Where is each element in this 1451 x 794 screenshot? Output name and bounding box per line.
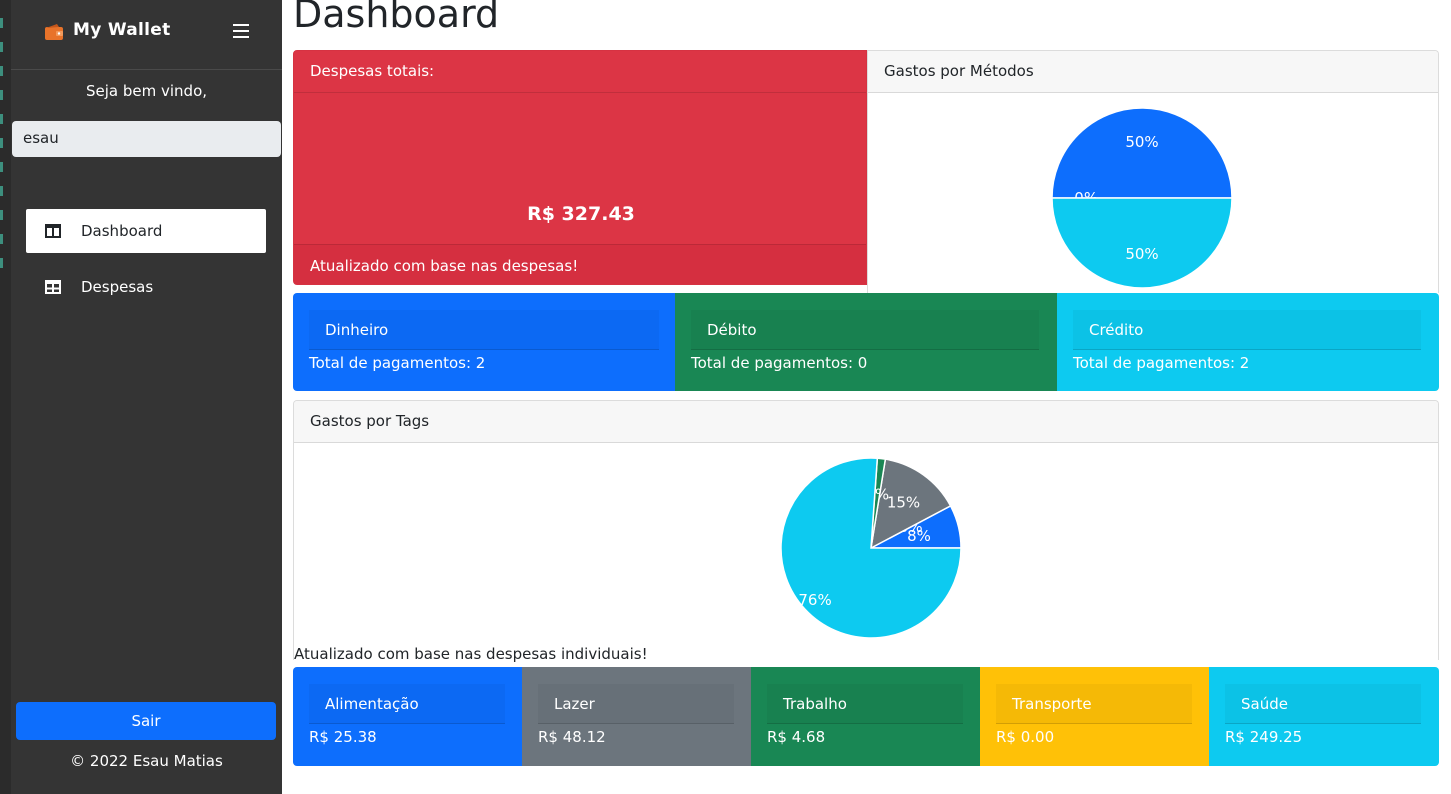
tile-text: Total de pagamentos: 0 xyxy=(691,354,868,372)
card-footer: Atualizado com base nas despesas! xyxy=(294,244,866,284)
pie-slice-label: 76% xyxy=(798,591,831,609)
pie-slice xyxy=(1051,107,1233,199)
tile-title: Trabalho xyxy=(767,684,963,724)
tag-tile-transporte: Transporte R$ 0.00 xyxy=(980,667,1209,766)
layout-columns-icon xyxy=(45,224,61,238)
window-edge xyxy=(0,0,11,794)
pie-slice-label: 50% xyxy=(1125,133,1158,151)
sidebar-item-despesas[interactable]: Despesas xyxy=(26,265,266,309)
total-expenses-value: R$ 327.43 xyxy=(527,203,635,225)
tile-title: Crédito xyxy=(1073,310,1421,350)
page-title: Dashboard xyxy=(293,0,500,36)
tile-title: Transporte xyxy=(996,684,1192,724)
card-header: Gastos por Tags xyxy=(294,401,1438,443)
sidebar-item-label: Despesas xyxy=(81,278,154,296)
username-field: esau xyxy=(12,121,281,157)
welcome-text: Seja bem vindo, xyxy=(85,82,208,100)
footer-copyright: © 2022 Esau Matias xyxy=(70,752,223,770)
tile-title: Dinheiro xyxy=(309,310,659,350)
logout-button[interactable]: Sair xyxy=(16,702,276,740)
tile-value: R$ 249.25 xyxy=(1225,728,1303,746)
methods-chart-card: Gastos por Métodos 50%0%50% xyxy=(867,50,1439,293)
method-tile-credito: Crédito Total de pagamentos: 2 xyxy=(1057,293,1439,391)
brand-title: My Wallet xyxy=(73,20,171,40)
tile-title: Saúde xyxy=(1225,684,1421,724)
tile-title: Lazer xyxy=(538,684,734,724)
sidebar-item-dashboard[interactable]: Dashboard xyxy=(26,209,266,253)
wallet-icon xyxy=(45,24,63,40)
tile-title: Alimentação xyxy=(309,684,505,724)
tile-text: Total de pagamentos: 2 xyxy=(1073,354,1250,372)
brand-bar: My Wallet xyxy=(11,0,282,70)
total-expenses-card: Despesas totais: R$ 327.43 Atualizado co… xyxy=(293,50,867,285)
grid-table-icon xyxy=(45,280,61,294)
hamburger-menu-icon[interactable] xyxy=(233,23,251,39)
tile-title: Débito xyxy=(691,310,1039,350)
tag-tile-alimentacao: Alimentação R$ 25.38 xyxy=(293,667,522,766)
tags-update-note: Atualizado com base nas despesas individ… xyxy=(294,645,648,663)
tag-tile-saude: Saúde R$ 249.25 xyxy=(1209,667,1439,766)
pie-slice xyxy=(1051,197,1233,289)
payment-methods-row: Dinheiro Total de pagamentos: 2 Débito T… xyxy=(293,293,1439,391)
tags-pie-chart: 8%0%15%1%76% xyxy=(780,457,962,639)
method-tile-dinheiro: Dinheiro Total de pagamentos: 2 xyxy=(293,293,675,391)
sidebar: My Wallet Seja bem vindo, esau Dashboard… xyxy=(11,0,282,794)
method-tile-debito: Débito Total de pagamentos: 0 xyxy=(675,293,1057,391)
tile-value: R$ 4.68 xyxy=(767,728,826,746)
tag-tile-lazer: Lazer R$ 48.12 xyxy=(522,667,751,766)
sidebar-item-label: Dashboard xyxy=(81,222,163,240)
tags-chart-card: Gastos por Tags 8%0%15%1%76% xyxy=(293,400,1439,660)
tags-row: Alimentação R$ 25.38 Lazer R$ 48.12 Trab… xyxy=(293,667,1439,766)
tile-value: R$ 25.38 xyxy=(309,728,377,746)
card-header: Despesas totais: xyxy=(294,51,866,93)
card-header: Gastos por Métodos xyxy=(868,51,1438,93)
tag-tile-trabalho: Trabalho R$ 4.68 xyxy=(751,667,980,766)
pie-slice-label: 50% xyxy=(1125,245,1158,263)
tile-value: R$ 0.00 xyxy=(996,728,1055,746)
tile-text: Total de pagamentos: 2 xyxy=(309,354,486,372)
methods-pie-chart: 50%0%50% xyxy=(1051,107,1233,289)
pie-slice-label: 15% xyxy=(887,494,920,512)
tile-value: R$ 48.12 xyxy=(538,728,606,746)
